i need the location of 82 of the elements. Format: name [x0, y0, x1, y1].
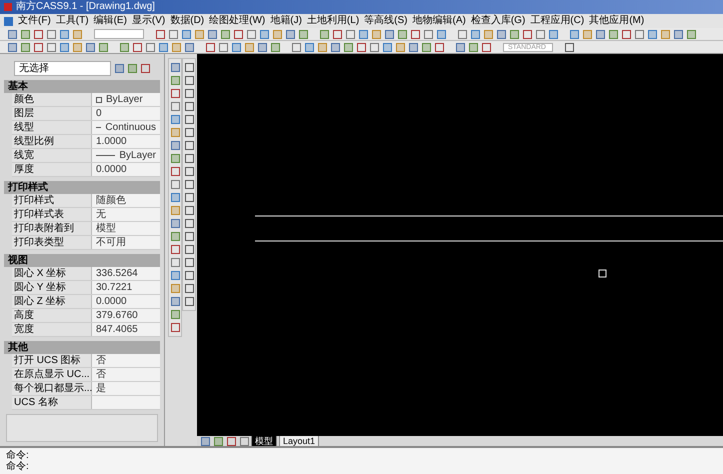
property-value: 随颜色	[96, 196, 126, 206]
menu-item[interactable]: 地物编辑(A)	[412, 16, 466, 26]
property-value: 无	[96, 210, 106, 220]
property-label: 打印样式	[12, 194, 92, 207]
section-header[interactable]: 基本	[4, 80, 160, 93]
section-header[interactable]: 其他	[4, 341, 160, 354]
property-label: 厚度	[12, 163, 92, 176]
property-label: 在原点显示 UC...	[12, 368, 92, 381]
property-cell[interactable]: ByLayer	[92, 149, 160, 162]
property-value: 不可用	[96, 238, 126, 248]
property-cell[interactable]: 847.4065	[92, 323, 160, 336]
cursor-pickbox	[598, 270, 606, 278]
property-cell[interactable]: 模型	[92, 222, 160, 235]
property-value: ByLayer	[119, 150, 156, 160]
menu-item[interactable]: 绘图处理(W)	[209, 16, 266, 26]
property-label: UCS 名称	[12, 396, 92, 409]
menu-item[interactable]: 等高线(S)	[364, 16, 408, 26]
section-header[interactable]: 打印样式	[4, 181, 160, 194]
layer-dropdown[interactable]	[94, 29, 144, 39]
property-value: Continuous	[105, 122, 156, 132]
menu-item[interactable]: 文件(F)	[18, 16, 51, 26]
property-value: 否	[96, 370, 106, 380]
property-cell[interactable]: 随颜色	[92, 194, 160, 207]
property-label: 每个视口都显示...	[12, 382, 92, 395]
property-value: 0	[96, 108, 102, 118]
property-value: ByLayer	[106, 94, 143, 104]
property-cell[interactable]: 0	[92, 107, 160, 120]
property-value: 否	[96, 356, 106, 366]
color-swatch-icon	[96, 96, 102, 102]
property-label: 图层	[12, 107, 92, 120]
property-label: 打印样式表	[12, 208, 92, 221]
property-label: 圆心 X 坐标	[12, 267, 92, 280]
property-value: 379.6760	[96, 310, 138, 320]
property-value: 模型	[96, 224, 116, 234]
property-value: 1.0000	[96, 136, 127, 146]
menu-item[interactable]: 数据(D)	[170, 16, 204, 26]
property-value: 0.0000	[96, 164, 127, 174]
menu-item[interactable]: 土地利用(L)	[306, 16, 360, 26]
menu-item[interactable]: 编辑(E)	[94, 16, 127, 26]
property-cell[interactable]	[92, 396, 160, 409]
property-label: 线型比例	[12, 135, 92, 148]
menu-item[interactable]: 检查入库(G)	[470, 16, 526, 26]
property-value: 847.4065	[96, 324, 138, 334]
property-label: 颜色	[12, 93, 92, 106]
property-label: 线型	[12, 121, 92, 134]
property-label: 打开 UCS 图标	[12, 354, 92, 367]
property-label: 高度	[12, 309, 92, 322]
property-cell[interactable]: 不可用	[92, 236, 160, 249]
menu-item[interactable]: 工程应用(C)	[530, 16, 584, 26]
property-cell[interactable]: 是	[92, 382, 160, 395]
property-cell[interactable]: 无	[92, 208, 160, 221]
property-value: 0.0000	[96, 296, 127, 306]
property-label: 打印表附着到	[12, 222, 92, 235]
property-cell[interactable]: Continuous	[92, 121, 160, 134]
menu-item[interactable]: 显示(V)	[132, 16, 166, 26]
property-cell[interactable]: 1.0000	[92, 135, 160, 148]
property-value: 336.5264	[96, 268, 138, 278]
section-header[interactable]: 视图	[4, 254, 160, 267]
line-sample-icon	[96, 127, 102, 128]
menu-item[interactable]: 地籍(J)	[270, 16, 302, 26]
property-cell[interactable]: 0.0000	[92, 163, 160, 176]
property-label: 打印表类型	[12, 236, 92, 249]
menu-item[interactable]: 其他应用(M)	[589, 16, 644, 26]
property-cell[interactable]: 否	[92, 368, 160, 381]
property-cell[interactable]: 否	[92, 354, 160, 367]
window-title: 南方CASS9.1 - [Drawing1.dwg]	[16, 2, 155, 12]
command-line: 命令:	[6, 461, 30, 472]
line-sample-icon	[96, 155, 116, 156]
property-cell[interactable]: 0.0000	[92, 295, 160, 308]
property-value: 是	[96, 384, 106, 394]
property-label: 圆心 Z 坐标	[12, 295, 92, 308]
menu-item[interactable]: 工具(T)	[56, 16, 89, 26]
property-cell[interactable]: 30.7221	[92, 281, 160, 294]
property-label: 线宽	[12, 149, 92, 162]
property-label: 宽度	[12, 323, 92, 336]
property-cell[interactable]: ByLayer	[92, 93, 160, 106]
property-cell[interactable]: 379.6760	[92, 309, 160, 322]
command-line: 命令:	[6, 450, 30, 461]
selection-dropdown[interactable]: 无选择	[14, 61, 111, 76]
property-value: 30.7221	[96, 282, 132, 292]
property-label: 圆心 Y 坐标	[12, 281, 92, 294]
property-cell[interactable]: 336.5264	[92, 267, 160, 280]
